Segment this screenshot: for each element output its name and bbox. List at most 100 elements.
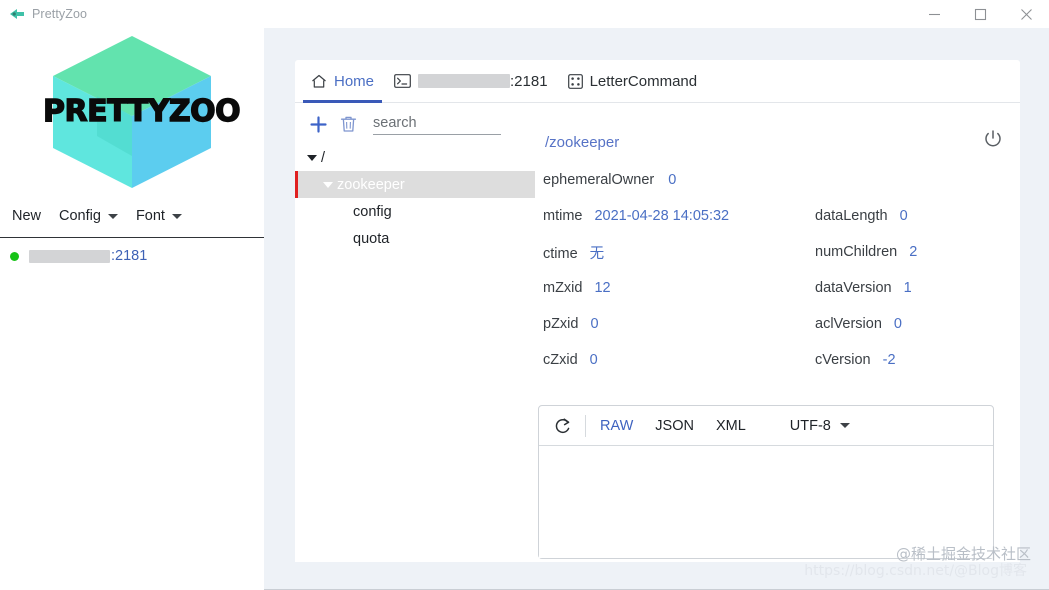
tree-item-zookeeper[interactable]: zookeeper xyxy=(295,171,535,198)
node-tree: / zookeeper config quota xyxy=(295,144,535,562)
menu-font-label: Font xyxy=(135,208,165,224)
stat-dataversion: dataVersion 1 xyxy=(815,280,912,296)
menu-new-label: New xyxy=(12,208,42,224)
stat-mtime: mtime 2021-04-28 14:05:32 xyxy=(543,208,815,224)
stat-czxid: cZxid 0 xyxy=(543,352,815,368)
tree-item-root[interactable]: / xyxy=(295,144,535,171)
plus-icon[interactable] xyxy=(305,111,331,137)
stat-ephemeralowner: ephemeralOwner 0 xyxy=(543,172,815,188)
close-button[interactable] xyxy=(1003,0,1049,28)
refresh-button[interactable] xyxy=(549,412,577,440)
data-editor-toolbar: RAW JSON XML UTF-8 xyxy=(539,406,993,446)
stat-value: 0 xyxy=(893,316,902,332)
tree-toolbar xyxy=(295,104,535,144)
tree-item-root-label: / xyxy=(321,149,326,166)
stat-row: pZxid 0 aclVersion 0 xyxy=(543,306,1020,342)
tree-item-config-label: config xyxy=(353,203,392,220)
chevron-down-icon[interactable] xyxy=(323,181,333,188)
window-title: PrettyZoo xyxy=(32,7,88,21)
status-online-icon xyxy=(10,251,19,261)
tab-connection[interactable]: :2181 xyxy=(384,60,558,103)
search-input[interactable] xyxy=(373,113,501,135)
server-host-redacted xyxy=(29,249,110,263)
encoding-select[interactable]: UTF-8 xyxy=(790,418,850,434)
tab-lettercommand[interactable]: LetterCommand xyxy=(558,60,708,103)
prettyzoo-logo-icon xyxy=(9,6,25,22)
disconnect-button[interactable] xyxy=(980,126,1006,152)
tab-home[interactable]: Home xyxy=(301,60,384,103)
logo-text: PRETTYZOO xyxy=(42,93,241,129)
stat-value: 2 xyxy=(909,244,918,260)
tab-home-label: Home xyxy=(334,72,375,90)
stat-value: 0 xyxy=(899,208,908,224)
sidebar-menubar: New Config Font xyxy=(0,196,264,236)
server-port-label: :2181 xyxy=(111,248,148,264)
server-list-item[interactable]: :2181 xyxy=(0,238,264,274)
stat-key: dataLength xyxy=(815,208,888,224)
menu-font[interactable]: Font xyxy=(136,208,182,224)
stat-key: numChildren xyxy=(815,244,898,260)
stat-value: 0 xyxy=(590,316,599,332)
tab-lettercommand-label: LetterCommand xyxy=(589,72,698,90)
content-card: Home :2181 LetterCommand search / zookee… xyxy=(295,60,1020,562)
refresh-icon xyxy=(555,417,570,433)
watermark-url: https://blog.csdn.net/@Blog博客 xyxy=(804,563,1027,579)
trash-icon[interactable] xyxy=(335,111,361,137)
stat-datalength: dataLength 0 xyxy=(815,208,908,224)
app-logo: PRETTYZOO xyxy=(0,28,264,196)
chevron-down-icon xyxy=(107,213,118,219)
stat-ctime: ctime 无 xyxy=(543,242,815,263)
stat-value: 0 xyxy=(668,172,677,188)
stat-row: ctime 无 numChildren 2 xyxy=(543,234,1020,270)
sidebar: PRETTYZOO New Config Font :2181 xyxy=(0,28,264,590)
tree-item-quota-label: quota xyxy=(353,230,390,247)
data-editor: RAW JSON XML UTF-8 xyxy=(538,405,994,559)
home-icon xyxy=(311,74,327,89)
window-controls xyxy=(911,0,1049,28)
tab-connection-host-redacted xyxy=(418,74,511,88)
stat-key: ctime xyxy=(543,245,578,262)
node-path-label: /zookeeper xyxy=(545,134,620,151)
stat-cversion: cVersion -2 xyxy=(815,352,896,368)
tab-bar: Home :2181 LetterCommand xyxy=(295,60,1020,103)
format-xml-button[interactable]: XML xyxy=(716,418,746,434)
server-list: :2181 xyxy=(0,238,264,590)
encoding-label: UTF-8 xyxy=(789,417,831,434)
stat-numchildren: numChildren 2 xyxy=(815,244,917,260)
data-editor-textarea[interactable] xyxy=(539,446,993,558)
maximize-button[interactable] xyxy=(957,0,1003,28)
stat-key: mZxid xyxy=(543,280,583,296)
stat-mzxid: mZxid 12 xyxy=(543,280,815,296)
stat-value: 0 xyxy=(589,352,598,368)
stat-value: -2 xyxy=(882,352,896,368)
power-icon xyxy=(985,130,1001,147)
tree-item-quota[interactable]: quota xyxy=(295,225,535,252)
terminal-icon xyxy=(394,74,411,88)
node-detail-panel: /zookeeper ephemeralOwner 0 mtime 2021-0… xyxy=(535,104,1020,424)
stat-row: mtime 2021-04-28 14:05:32 dataLength 0 xyxy=(543,198,1020,234)
chevron-down-icon[interactable] xyxy=(307,154,317,161)
dice-four-icon xyxy=(567,73,583,89)
stat-key: cZxid xyxy=(543,352,578,368)
stat-value: 1 xyxy=(903,280,912,296)
stat-row: mZxid 12 dataVersion 1 xyxy=(543,270,1020,306)
stat-row: ephemeralOwner 0 xyxy=(543,162,1020,198)
tree-item-config[interactable]: config xyxy=(295,198,535,225)
minimize-button[interactable] xyxy=(911,0,957,28)
format-json-button[interactable]: JSON xyxy=(655,418,694,434)
stat-key: dataVersion xyxy=(815,280,892,296)
stat-key: cVersion xyxy=(815,352,871,368)
format-raw-button[interactable]: RAW xyxy=(600,418,633,434)
stat-value: 12 xyxy=(594,280,611,296)
title-bar: PrettyZoo xyxy=(0,0,1049,28)
menu-new[interactable]: New xyxy=(12,208,41,224)
stat-pzxid: pZxid 0 xyxy=(543,316,815,332)
menu-config-label: Config xyxy=(59,208,101,224)
stat-key: pZxid xyxy=(543,316,579,332)
toolbar-divider xyxy=(585,414,586,437)
menu-config[interactable]: Config xyxy=(59,208,118,224)
node-stats: ephemeralOwner 0 mtime 2021-04-28 14:05:… xyxy=(543,162,1020,378)
stat-value: 2021-04-28 14:05:32 xyxy=(594,208,730,224)
prettyzoo-window: PrettyZoo PRETTYZOO New Config Font:218… xyxy=(0,0,1049,590)
stat-key: mtime xyxy=(543,208,583,224)
